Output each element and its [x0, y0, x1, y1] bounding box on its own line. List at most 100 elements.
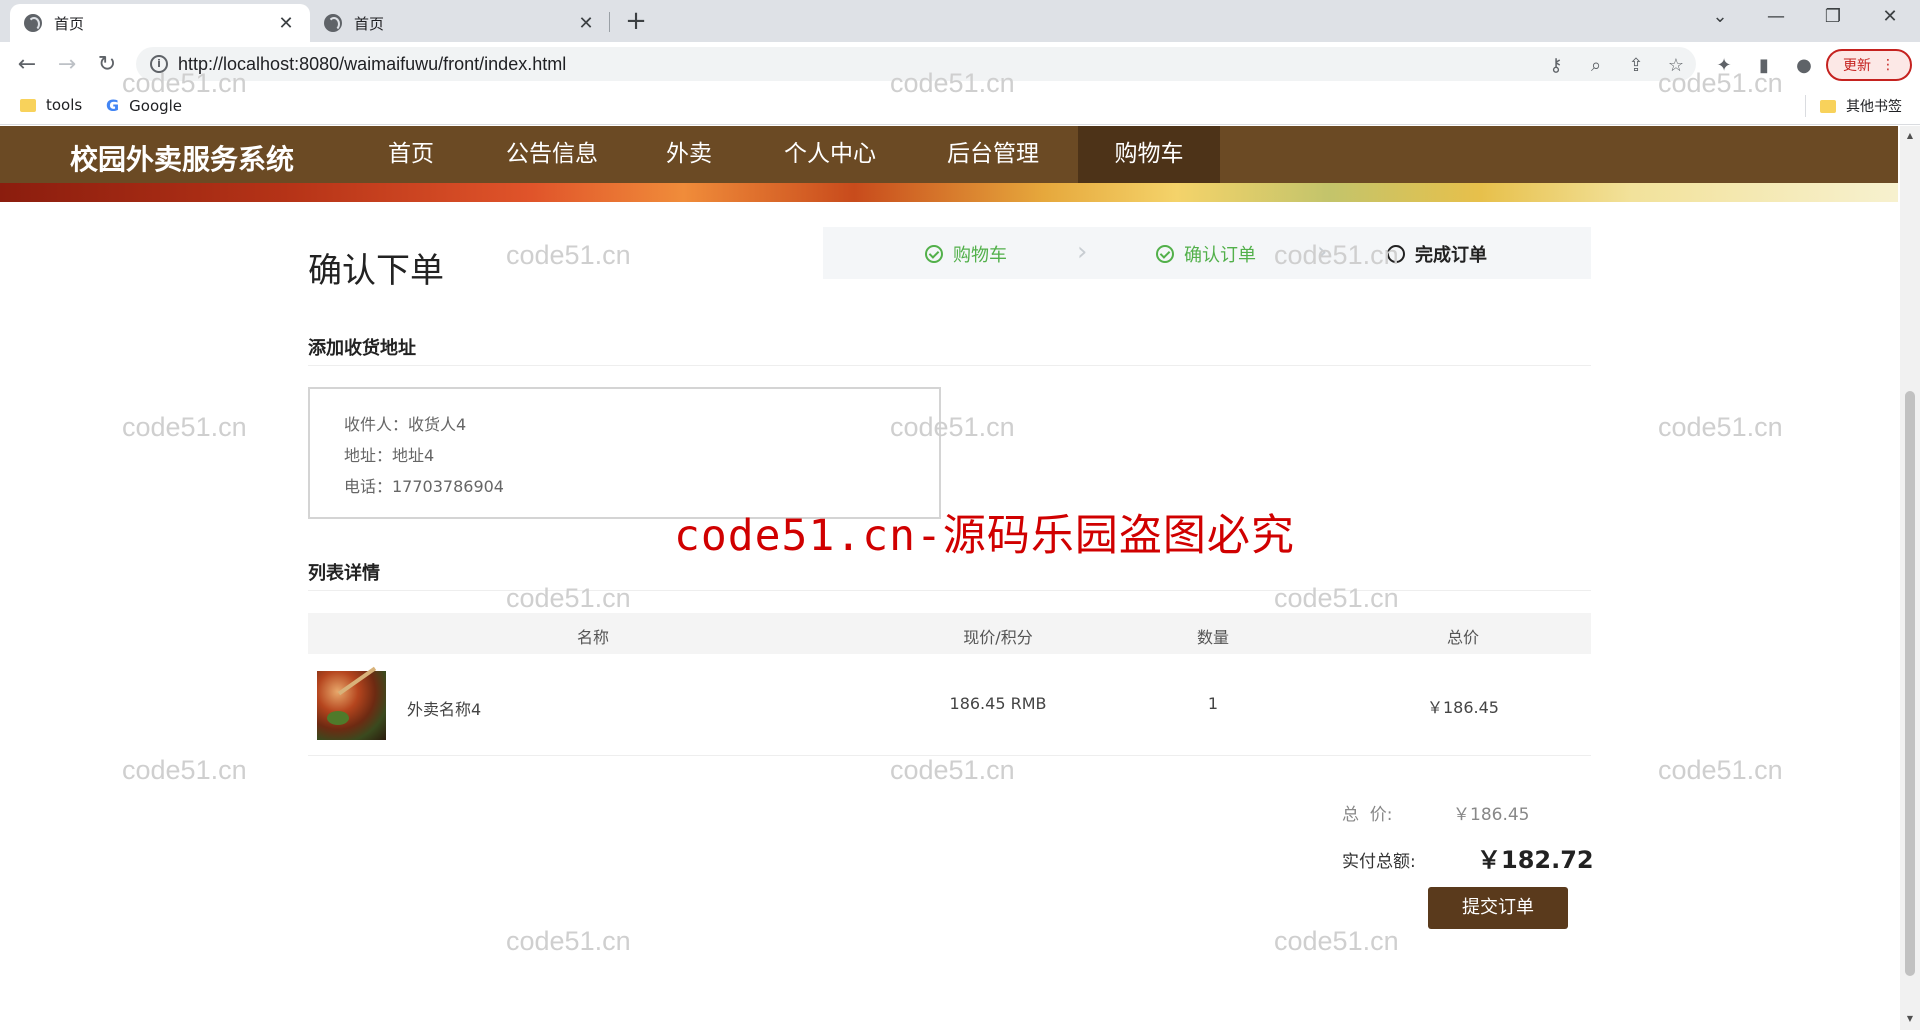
item-total: ￥186.45	[1427, 698, 1499, 717]
watermark: code51.cn	[506, 926, 631, 956]
main-watermark: code51.cn-源码乐园盗图必究	[674, 511, 1295, 561]
browser-toolbar: ← → ↻ i http://localhost:8080/waimaifuwu…	[0, 42, 1920, 87]
divider	[308, 590, 1591, 591]
step-complete-order: 完成订单	[1387, 241, 1487, 267]
column-header-total: 总价	[1446, 628, 1479, 647]
bookmark-label: Google	[129, 96, 183, 115]
item-price: 186.45 RMB	[949, 694, 1047, 713]
watermark: code51.cn	[1658, 755, 1783, 785]
amount-due-label: 实付总额:	[1342, 852, 1416, 872]
window-close-button[interactable]: ✕	[1870, 6, 1910, 27]
address-recipient: 收件人：收货人4	[344, 415, 467, 434]
minimize-button[interactable]: —	[1756, 6, 1796, 27]
table-row: 外卖名称4 186.45 RMB 1 ￥186.45	[308, 656, 1591, 756]
watermark: code51.cn	[122, 412, 247, 442]
page-title: 确认下单	[308, 251, 444, 291]
nav-takeout[interactable]: 外卖	[646, 126, 732, 183]
address-detail: 地址：地址4	[344, 446, 435, 465]
step-confirm-order: 确认订单	[1156, 241, 1256, 267]
step-label: 完成订单	[1415, 245, 1487, 266]
item-quantity: 1	[1207, 694, 1219, 713]
update-label: 更新	[1843, 58, 1871, 74]
check-circle-icon	[925, 245, 943, 263]
new-tab-button[interactable]: +	[622, 6, 650, 36]
back-arrow-icon[interactable]: ←	[12, 50, 42, 80]
watermark: code51.cn	[506, 240, 631, 270]
zoom-icon[interactable]: ⌕	[1584, 55, 1608, 76]
tab-search-icon[interactable]: ⌄	[1700, 6, 1740, 27]
nav-personal-center[interactable]: 个人中心	[770, 126, 890, 183]
browser-tab-active[interactable]: 首页 ✕	[10, 4, 310, 42]
side-panel-icon[interactable]: ▮	[1752, 55, 1776, 76]
scroll-up-icon[interactable]: ▲	[1905, 131, 1915, 140]
other-bookmarks[interactable]: 其他书签	[1820, 96, 1902, 116]
profile-avatar-icon[interactable]: ●	[1792, 55, 1816, 76]
column-header-quantity: 数量	[1196, 628, 1229, 647]
step-label: 购物车	[953, 245, 1007, 266]
bookmarks-separator	[1805, 95, 1806, 117]
site-info-icon[interactable]: i	[150, 55, 168, 73]
site-title: 校园外卖服务系统	[70, 143, 295, 176]
scrollbar-thumb[interactable]	[1905, 391, 1915, 976]
watermark: code51.cn	[890, 755, 1015, 785]
nav-home[interactable]: 首页	[366, 126, 456, 183]
reload-icon[interactable]: ↻	[92, 50, 122, 80]
site-nav-bar: 校园外卖服务系统 首页 公告信息 外卖 个人中心 后台管理 购物车	[0, 126, 1898, 183]
food-thumbnail	[317, 671, 386, 740]
nav-cart[interactable]: 购物车	[1078, 126, 1220, 183]
total-price-label: 总 价:	[1342, 805, 1393, 825]
page-viewport: 校园外卖服务系统 首页 公告信息 外卖 个人中心 后台管理 购物车 确认下单 购…	[0, 126, 1898, 1030]
browser-tab[interactable]: 首页 ✕	[310, 4, 610, 42]
item-name: 外卖名称4	[407, 700, 482, 719]
vertical-scrollbar[interactable]: ▲ ▼	[1900, 126, 1920, 1030]
key-icon[interactable]: ⚷	[1544, 55, 1568, 76]
circle-icon	[1387, 245, 1405, 263]
bookmarks-bar: tools G Google 其他书签	[0, 87, 1920, 125]
submit-order-button[interactable]: 提交订单	[1428, 887, 1568, 929]
checkout-steps: 购物车 › 确认订单 › 完成订单	[823, 227, 1591, 279]
update-button[interactable]: 更新 ⋮	[1826, 49, 1912, 81]
other-bookmarks-label: 其他书签	[1846, 99, 1902, 115]
watermark: code51.cn	[1658, 412, 1783, 442]
scroll-down-icon[interactable]: ▼	[1905, 1014, 1915, 1023]
google-icon: G	[106, 96, 120, 115]
total-price-value: ￥186.45	[1453, 805, 1530, 825]
table-header: 名称 现价/积分 数量 总价	[308, 613, 1591, 654]
more-menu-icon: ⋮	[1881, 57, 1895, 73]
watermark: code51.cn	[506, 583, 631, 613]
globe-icon	[24, 14, 42, 32]
globe-icon	[324, 14, 342, 32]
browser-tab-bar: 首页 ✕ 首页 ✕ + ⌄ — ❐ ✕	[0, 0, 1920, 42]
banner-image-strip	[0, 183, 1898, 202]
address-bar[interactable]: i http://localhost:8080/waimaifuwu/front…	[136, 47, 1696, 81]
tab-close-icon[interactable]: ✕	[576, 13, 596, 34]
url-text[interactable]: http://localhost:8080/waimaifuwu/front/i…	[178, 54, 566, 75]
column-header-price: 现价/积分	[963, 628, 1033, 647]
bookmark-tools[interactable]: tools	[20, 96, 82, 114]
amount-due-value: ￥182.72	[1477, 846, 1594, 874]
address-section-title: 添加收货地址	[308, 338, 416, 359]
extensions-icon[interactable]: ✦	[1712, 55, 1736, 76]
bookmark-star-icon[interactable]: ☆	[1664, 55, 1688, 76]
chevron-right-icon: ›	[1077, 237, 1088, 267]
folder-icon	[20, 98, 36, 112]
forward-arrow-icon[interactable]: →	[52, 50, 82, 80]
address-card[interactable]: 收件人：收货人4 地址：地址4 电话：17703786904	[308, 387, 941, 519]
address-phone: 电话：17703786904	[344, 477, 504, 496]
chevron-right-icon: ›	[1317, 237, 1328, 267]
folder-icon	[1820, 99, 1836, 113]
step-label: 确认订单	[1184, 245, 1256, 266]
bookmark-google[interactable]: G Google	[106, 96, 182, 115]
tab-close-icon[interactable]: ✕	[276, 13, 296, 34]
nav-admin[interactable]: 后台管理	[933, 126, 1053, 183]
nav-announcements[interactable]: 公告信息	[495, 126, 609, 183]
tab-title: 首页	[354, 14, 385, 33]
watermark: code51.cn	[1274, 583, 1399, 613]
restore-button[interactable]: ❐	[1813, 6, 1853, 27]
bookmark-label: tools	[46, 96, 83, 114]
tab-title: 首页	[54, 14, 85, 33]
step-cart: 购物车	[925, 241, 1007, 267]
share-icon[interactable]: ⇪	[1624, 55, 1648, 76]
column-header-name: 名称	[576, 628, 609, 647]
watermark: code51.cn	[122, 755, 247, 785]
